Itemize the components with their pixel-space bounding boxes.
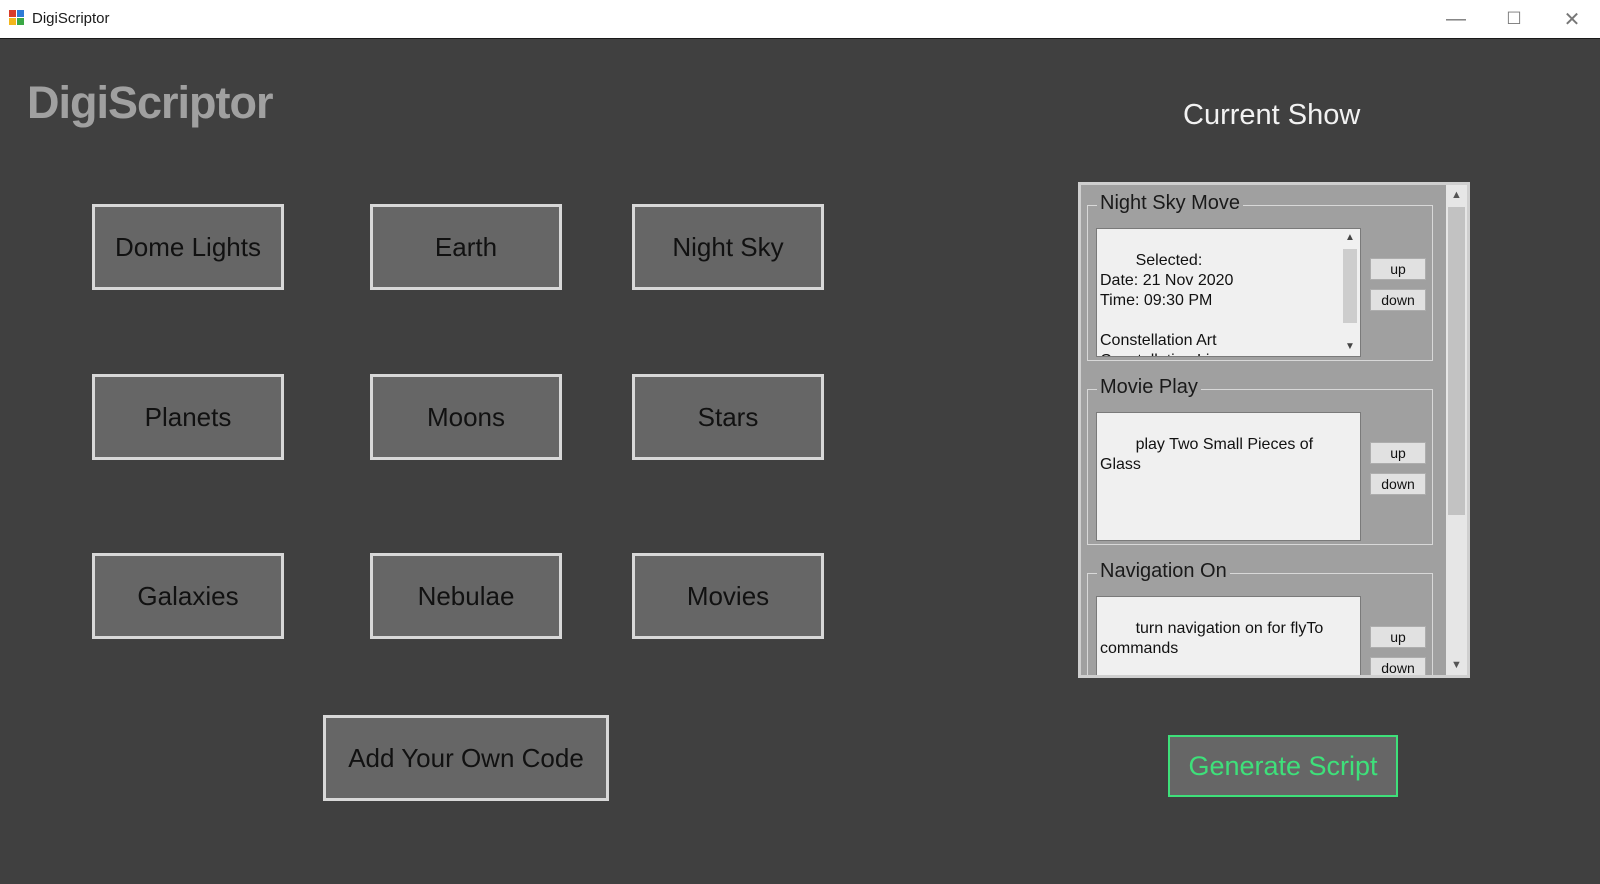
show-item-night-sky-move: Night Sky Move Selected: Date: 21 Nov 20… — [1087, 192, 1433, 361]
dome-lights-button[interactable]: Dome Lights — [92, 204, 284, 290]
textbox-scrollbar[interactable]: ▲ ▼ — [1340, 229, 1360, 356]
moons-button[interactable]: Moons — [370, 374, 562, 460]
panel-scrollbar[interactable]: ▲ ▼ — [1446, 185, 1467, 675]
show-item-textbox[interactable]: play Two Small Pieces of Glass — [1096, 412, 1361, 541]
stars-button[interactable]: Stars — [632, 374, 824, 460]
show-item-title: Night Sky Move — [1097, 192, 1244, 215]
show-item-title: Navigation On — [1097, 560, 1230, 583]
show-item-movie-play: Movie Play play Two Small Pieces of Glas… — [1087, 376, 1433, 545]
move-up-button[interactable]: up — [1370, 258, 1426, 280]
show-item-text: turn navigation on for flyTo commands — [1100, 620, 1328, 657]
show-item-navigation-on: Navigation On turn navigation on for fly… — [1087, 560, 1433, 675]
title-bar: DigiScriptor — ☐ ✕ — [0, 0, 1600, 39]
move-up-button[interactable]: up — [1370, 442, 1426, 464]
show-item-title: Movie Play — [1097, 376, 1201, 399]
chevron-down-icon[interactable]: ▼ — [1340, 338, 1360, 356]
earth-button[interactable]: Earth — [370, 204, 562, 290]
maximize-button[interactable]: ☐ — [1485, 0, 1543, 38]
panel-scroll-thumb[interactable] — [1448, 207, 1465, 515]
move-up-button[interactable]: up — [1370, 626, 1426, 648]
show-item-text: Selected: Date: 21 Nov 2020 Time: 09:30 … — [1100, 252, 1235, 356]
chevron-down-icon[interactable]: ▼ — [1446, 655, 1467, 675]
add-your-own-code-button[interactable]: Add Your Own Code — [323, 715, 609, 801]
planets-button[interactable]: Planets — [92, 374, 284, 460]
move-down-button[interactable]: down — [1370, 473, 1426, 495]
minimize-button[interactable]: — — [1427, 0, 1485, 38]
move-down-button[interactable]: down — [1370, 657, 1426, 675]
show-item-textbox[interactable]: turn navigation on for flyTo commands — [1096, 596, 1361, 675]
app-grid-icon — [9, 10, 25, 26]
nebulae-button[interactable]: Nebulae — [370, 553, 562, 639]
window-title: DigiScriptor — [32, 10, 110, 27]
app-logo: DigiScriptor — [27, 77, 274, 128]
chevron-up-icon[interactable]: ▲ — [1446, 185, 1467, 205]
current-show-panel[interactable]: Night Sky Move Selected: Date: 21 Nov 20… — [1078, 182, 1470, 678]
move-down-button[interactable]: down — [1370, 289, 1426, 311]
movies-button[interactable]: Movies — [632, 553, 824, 639]
close-button[interactable]: ✕ — [1543, 0, 1600, 38]
show-item-text: play Two Small Pieces of Glass — [1100, 436, 1318, 473]
current-show-heading: Current Show — [1183, 99, 1361, 131]
chevron-up-icon[interactable]: ▲ — [1340, 229, 1360, 247]
night-sky-button[interactable]: Night Sky — [632, 204, 824, 290]
galaxies-button[interactable]: Galaxies — [92, 553, 284, 639]
generate-script-button[interactable]: Generate Script — [1168, 735, 1398, 797]
show-item-textbox[interactable]: Selected: Date: 21 Nov 2020 Time: 09:30 … — [1096, 228, 1361, 357]
textbox-scroll-thumb[interactable] — [1343, 249, 1357, 323]
main-area: DigiScriptor Dome Lights Earth Night Sky… — [0, 39, 1600, 884]
